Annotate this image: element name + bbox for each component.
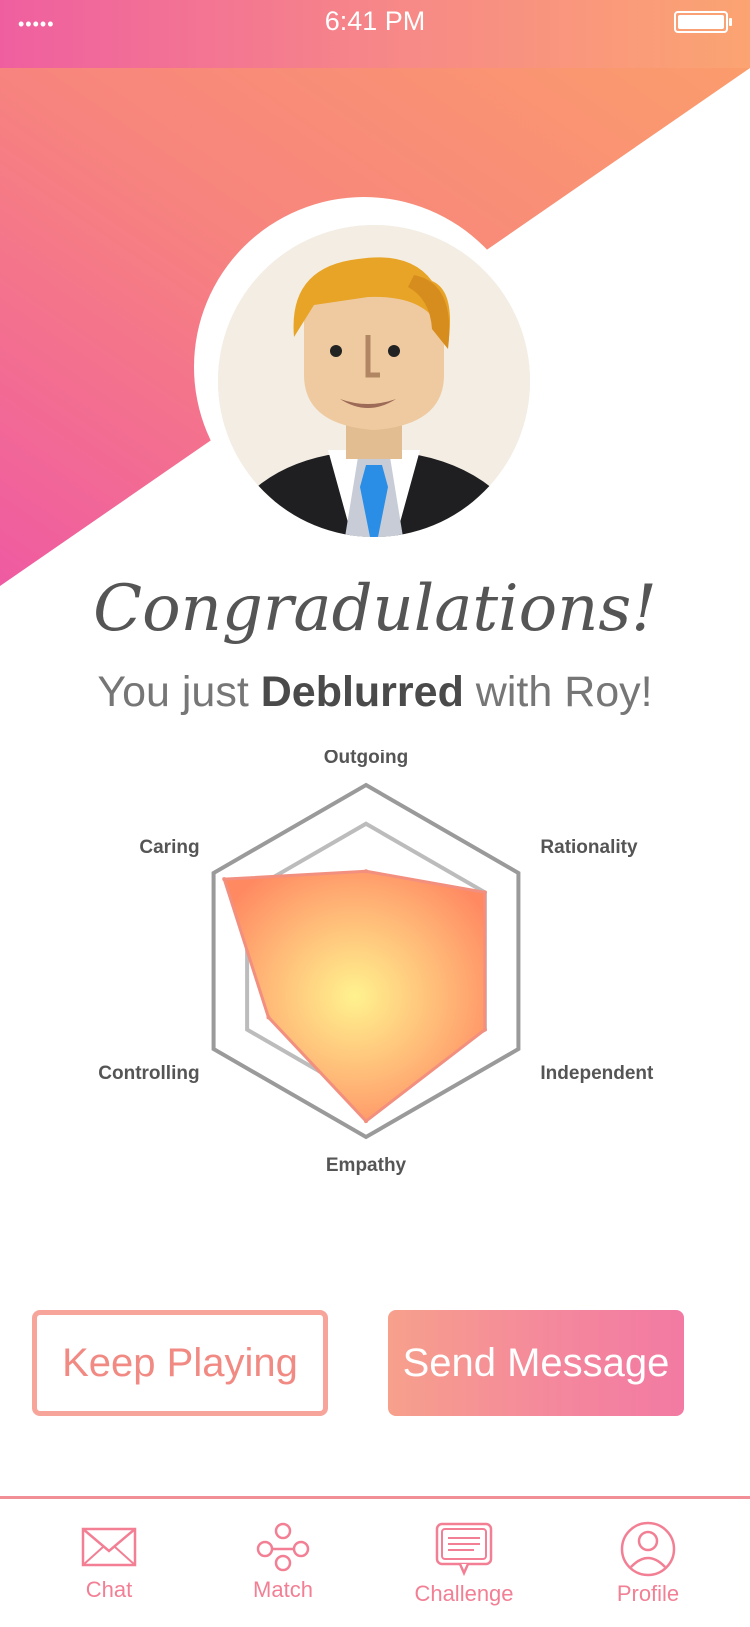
tab-chat[interactable]: Chat [44, 1521, 174, 1603]
tab-label: Match [253, 1577, 313, 1602]
user-icon [620, 1521, 676, 1577]
radar-axis-label-independent: Independent [540, 1063, 654, 1084]
message-suffix: with Roy! [463, 668, 653, 716]
match-icon [256, 1522, 310, 1572]
radar-axis-label-outgoing: Outgoing [324, 750, 408, 768]
deblur-message: You just Deblurred with Roy! [0, 668, 750, 717]
personality-radar-chart: Outgoing Rationality Independent Empathy Con… [98, 750, 654, 1176]
tab-match[interactable]: Match [218, 1521, 348, 1603]
man-portrait-icon [218, 225, 530, 537]
congratulations-heading: Congradulations! [93, 572, 657, 646]
radar-point-empathy [364, 1119, 368, 1124]
envelope-icon [81, 1527, 137, 1567]
radar-point-outgoing [364, 869, 368, 874]
bottom-tab-bar: Chat Match Challenge Profile [0, 1496, 750, 1627]
tab-challenge[interactable]: Challenge [399, 1521, 529, 1607]
radar-series-area [222, 869, 487, 1124]
message-prefix: You just [97, 668, 261, 716]
send-message-button[interactable]: Send Message [388, 1310, 684, 1416]
radar-point-caring [222, 877, 227, 882]
message-emphasis: Deblurred [260, 668, 464, 716]
status-time: 6:41 PM [324, 6, 426, 36]
chat-bubble-icon [435, 1522, 493, 1577]
avatar[interactable] [218, 225, 530, 537]
tab-profile[interactable]: Profile [583, 1521, 713, 1607]
status-bar: ••••• 6:41 PM [0, 0, 750, 68]
radar-point-rationality [482, 890, 487, 895]
radar-axis-label-empathy: Empathy [326, 1155, 407, 1176]
battery-icon [674, 11, 732, 33]
radar-axis-label-rationality: Rationality [540, 837, 638, 858]
keep-playing-button[interactable]: Keep Playing [32, 1310, 328, 1416]
radar-axis-label-caring: Caring [139, 837, 199, 858]
radar-point-independent [482, 1027, 487, 1032]
tab-label: Profile [616, 1581, 680, 1606]
radar-axis-label-controlling: Controlling [98, 1063, 199, 1084]
radar-point-controlling [266, 1015, 271, 1020]
tab-label: Chat [85, 1577, 133, 1602]
tab-label: Challenge [414, 1581, 514, 1606]
